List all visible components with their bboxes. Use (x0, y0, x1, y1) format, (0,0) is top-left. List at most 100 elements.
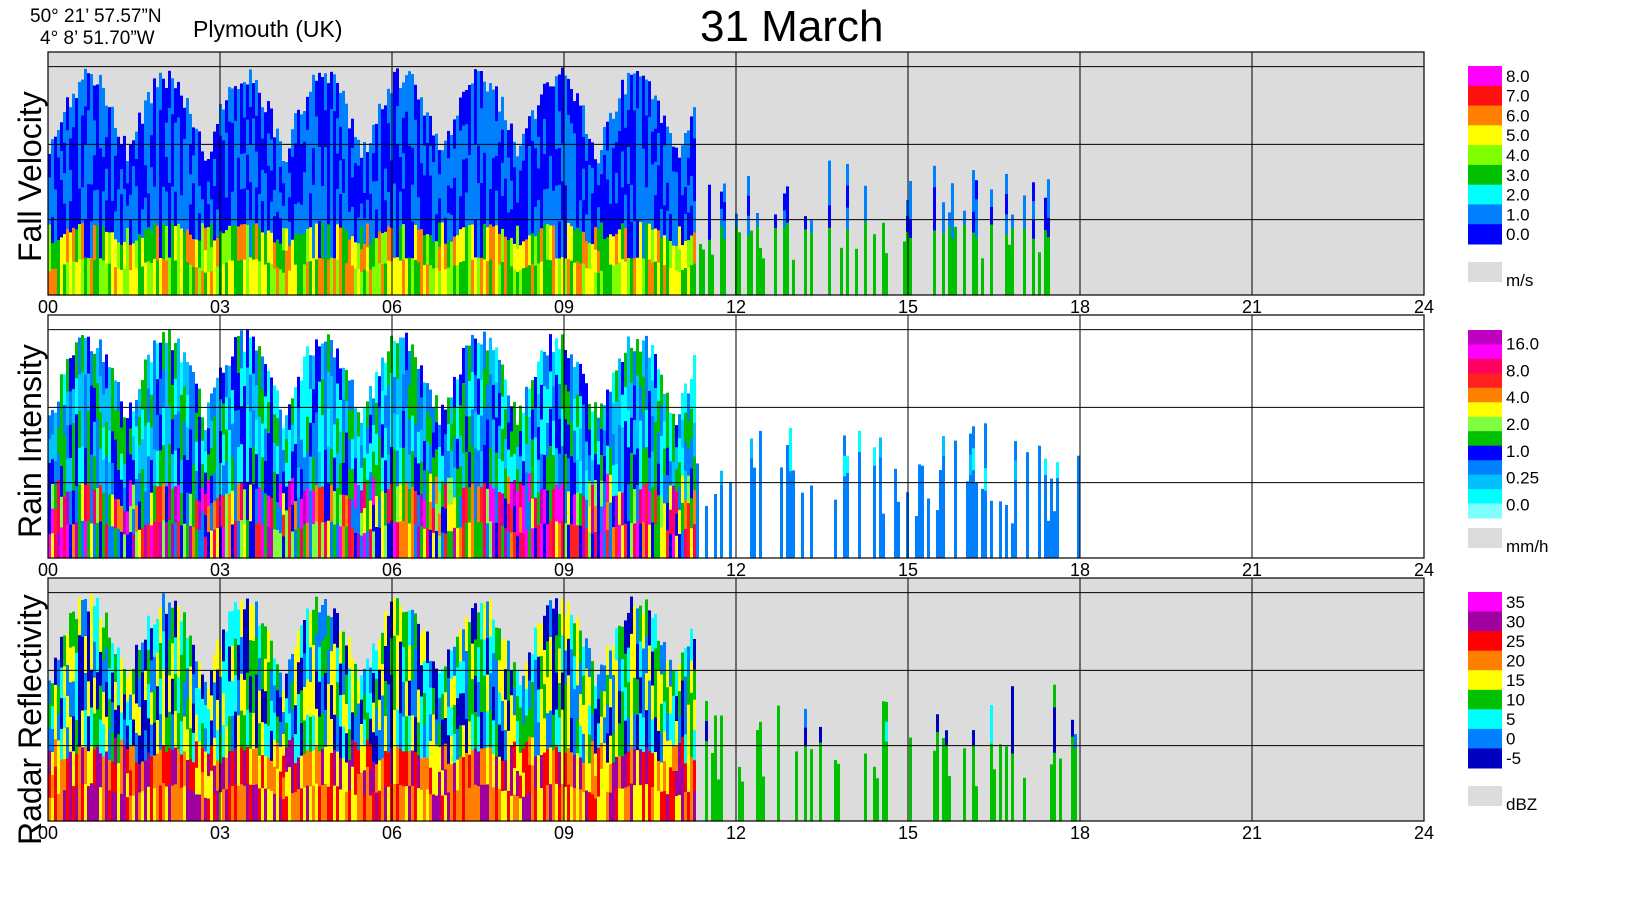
data-column (594, 204, 597, 228)
data-column (345, 263, 348, 296)
data-column (453, 376, 456, 408)
data-column (507, 790, 510, 822)
data-column (678, 795, 681, 822)
data-column (156, 121, 159, 157)
data-column (621, 79, 624, 117)
data-column (357, 797, 360, 822)
data-column (213, 415, 216, 445)
data-column (759, 452, 762, 474)
data-column (651, 685, 654, 720)
data-column (354, 163, 357, 191)
data-column (627, 410, 630, 448)
data-column (1011, 731, 1014, 755)
data-column (363, 142, 366, 169)
data-column (135, 505, 138, 533)
data-column (252, 484, 255, 522)
data-column (606, 473, 609, 503)
data-column (546, 749, 549, 786)
data-column (279, 243, 282, 270)
data-column (1059, 779, 1062, 791)
data-column (675, 513, 678, 537)
data-column (66, 196, 69, 230)
data-column (204, 227, 207, 251)
data-column (1014, 441, 1017, 462)
data-column (471, 446, 474, 485)
data-column (693, 699, 696, 731)
data-column (294, 415, 297, 445)
data-column (633, 351, 636, 387)
data-column (348, 211, 351, 241)
data-column (273, 216, 276, 244)
data-column (624, 720, 627, 755)
data-column (591, 533, 594, 559)
data-column (273, 137, 276, 165)
data-column (60, 151, 63, 181)
data-column (1074, 792, 1077, 808)
data-column (312, 680, 315, 716)
data-column (507, 422, 510, 451)
data-column (441, 668, 444, 695)
data-column (441, 532, 444, 559)
data-column (714, 515, 717, 527)
data-column (789, 536, 792, 559)
data-column (1044, 541, 1047, 559)
data-column (630, 111, 633, 149)
data-column (153, 657, 156, 691)
data-column (273, 268, 276, 296)
data-column (864, 787, 867, 800)
data-column (483, 331, 486, 370)
data-column (780, 542, 783, 559)
data-column (438, 796, 441, 822)
data-column (1056, 526, 1059, 543)
data-column (903, 259, 906, 269)
data-column (597, 772, 600, 798)
data-column (591, 767, 594, 795)
data-column (120, 531, 123, 559)
data-column (657, 640, 660, 672)
data-column (1050, 783, 1053, 794)
data-column (531, 469, 534, 500)
data-column (969, 537, 972, 559)
data-column (87, 184, 90, 222)
colorbar-nodata-key (1468, 786, 1502, 806)
data-column (840, 247, 843, 257)
data-column (1038, 501, 1041, 522)
data-column (240, 673, 243, 712)
data-column (81, 115, 84, 152)
data-column (315, 671, 318, 710)
data-column (348, 790, 351, 822)
data-column (855, 279, 858, 288)
data-column (336, 647, 339, 683)
data-column (558, 683, 561, 719)
data-column (777, 801, 780, 822)
data-column (777, 705, 780, 726)
data-column (309, 159, 312, 194)
colorbar-segment (1468, 503, 1502, 519)
data-column (345, 135, 348, 169)
data-column (810, 485, 813, 499)
data-column (336, 348, 339, 384)
data-column (624, 787, 627, 822)
data-column (657, 133, 660, 166)
data-column (651, 262, 654, 296)
data-column (657, 230, 660, 264)
data-column (975, 507, 978, 521)
data-column (93, 785, 96, 822)
data-column (195, 156, 198, 185)
data-column (234, 155, 237, 192)
data-column (972, 253, 975, 275)
data-column (687, 704, 690, 735)
data-column (1011, 281, 1014, 296)
data-column (468, 120, 471, 156)
data-column (264, 691, 267, 725)
data-column (243, 82, 246, 119)
data-column (204, 797, 207, 822)
data-column (897, 501, 900, 512)
data-column (531, 264, 534, 296)
data-column (246, 709, 249, 748)
data-column (606, 762, 609, 793)
data-column (663, 791, 666, 822)
data-column (942, 751, 945, 767)
data-column (612, 762, 615, 793)
data-column (591, 218, 594, 245)
